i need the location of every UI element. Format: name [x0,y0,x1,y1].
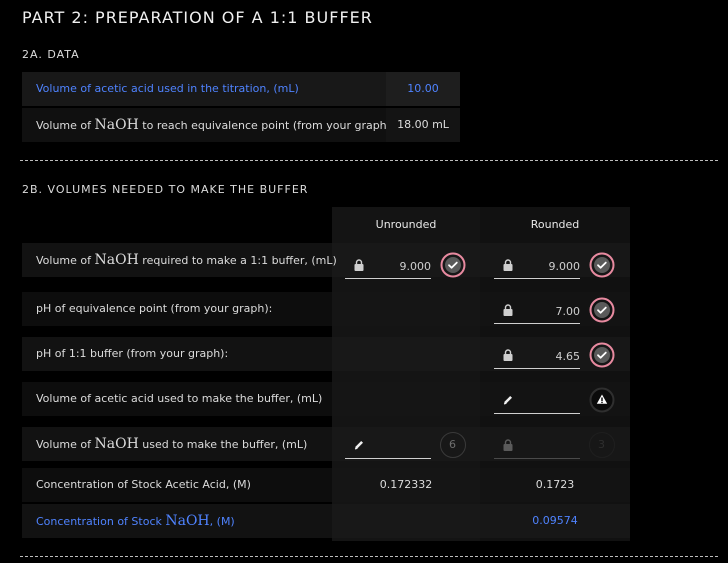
lock-icon [503,304,513,316]
check-icon [440,252,466,278]
pencil-icon [503,396,512,405]
field-value: 9.000 [548,260,581,273]
label-text: to reach equivalence point (from your gr… [138,119,391,132]
section-b-title: 2B. VOLUMES NEEDED TO MAKE THE BUFFER [22,183,309,196]
rounded-naoh-required-field: 9.000 [494,254,580,279]
label-text: Volume of [36,119,95,132]
label-text: , (M) [209,515,235,528]
divider [20,556,718,557]
check-icon [589,252,615,278]
attempts-badge: 3 [589,432,615,458]
unrounded-naoh-used-input[interactable] [345,434,431,459]
row-label: Concentration of Stock NaOH, (M) [36,504,235,539]
label-text: Concentration of Stock [36,515,166,528]
row-label: pH of equivalence point (from your graph… [36,302,273,315]
pencil-icon [354,441,363,450]
check-icon [589,297,615,323]
unrounded-acid-concentration: 0.172332 [379,478,433,491]
field-value: 7.00 [555,305,581,318]
value-cell: 18.00 mL [386,108,460,142]
chem-formula: NaOH [165,513,210,529]
check-badge [589,252,615,278]
field-value: 4.65 [555,350,581,363]
value: 18.00 mL [397,118,449,131]
warning-badge [589,387,615,413]
unrounded-header: Unrounded [375,218,437,231]
row-label: Volume of NaOH used to make the buffer, … [36,427,307,462]
rounded-acid-used-input[interactable] [494,389,580,414]
check-badge [589,297,615,323]
row-label: Volume of NaOH required to make a 1:1 bu… [36,243,337,278]
rounded-acid-concentration: 0.1723 [535,478,575,491]
lock-icon [503,349,513,361]
label-text: Volume of [36,438,95,451]
label-text: used to make the buffer, (mL) [138,438,308,451]
divider [20,160,718,161]
data-row-naoh-equivalence: Volume of NaOH to reach equivalence poin… [22,108,460,142]
label-text: required to make a 1:1 buffer, (mL) [138,254,337,267]
chem-formula: NaOH [94,436,139,452]
rounded-naoh-concentration: 0.09574 [532,514,578,527]
check-badge [440,252,466,278]
value-cell: 10.00 [386,72,460,106]
rounded-ph-buffer-field: 4.65 [494,344,580,369]
label-text: Volume of [36,254,95,267]
lock-icon [503,259,513,271]
unrounded-naoh-required-field: 9.000 [345,254,431,279]
warning-icon [589,387,615,413]
rounded-header: Rounded [530,218,580,231]
section-a-title: 2A. DATA [22,48,80,61]
attempts-badge: 6 [440,432,466,458]
chem-formula: NaOH [94,252,139,268]
field-value: 9.000 [399,260,432,273]
row-label: Concentration of Stock Acetic Acid, (M) [36,478,251,491]
rounded-naoh-used-field [494,434,580,459]
lock-icon [503,439,513,451]
lock-icon [354,259,364,271]
attempts-count: 3 [598,438,605,451]
row-label: pH of 1:1 buffer (from your graph): [36,347,229,360]
row-label: Volume of acetic acid used in the titrat… [36,82,299,95]
check-badge [589,342,615,368]
data-row-acid-volume: Volume of acetic acid used in the titrat… [22,72,460,106]
attempts-count: 6 [449,438,456,451]
check-icon [589,342,615,368]
row-label: Volume of NaOH to reach equivalence poin… [36,108,391,143]
part-title: PART 2: PREPARATION OF A 1:1 BUFFER [22,8,373,27]
rounded-ph-equivalence-field: 7.00 [494,299,580,324]
row-label: Volume of acetic acid used to make the b… [36,392,323,405]
chem-formula: NaOH [94,117,139,133]
value: 10.00 [407,82,439,95]
